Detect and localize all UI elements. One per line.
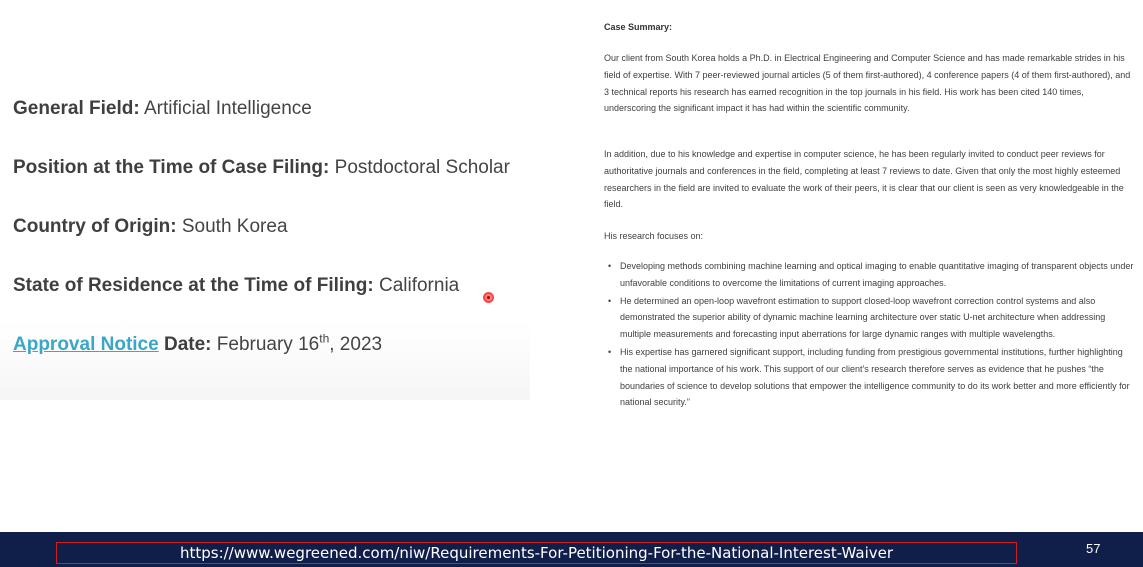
case-summary-heading: Case Summary:	[604, 22, 673, 32]
approval-date-value: February 16th, 2023	[216, 331, 383, 355]
summary-paragraph-1: Our client from South Korea holds a Ph.D…	[604, 53, 1131, 114]
country-row: Country of Origin: South Korea	[13, 216, 288, 238]
position-value: Postdoctoral Scholar	[334, 157, 510, 178]
case-details-panel: General Field: Artificial Intelligence P…	[0, 0, 530, 400]
research-focus-list: Developing methods combining machine lea…	[604, 258, 1134, 412]
approval-row: Approval Notice Date: February 16th, 202…	[13, 331, 383, 356]
page-number: 57	[1086, 541, 1101, 556]
general-field-row: General Field: Artificial Intelligence	[13, 98, 312, 120]
source-url[interactable]: https://www.wegreened.com/niw/Requiremen…	[56, 542, 1017, 564]
position-label: Position at the Time of Case Filing:	[13, 157, 330, 178]
list-item: His expertise has garnered significant s…	[604, 344, 1134, 411]
country-value: South Korea	[181, 216, 288, 237]
general-field-label: General Field:	[13, 98, 140, 119]
list-item: He determined an open-loop wavefront est…	[604, 293, 1134, 343]
pointer-indicator	[483, 292, 494, 303]
footer-bar: https://www.wegreened.com/niw/Requiremen…	[0, 532, 1143, 567]
state-value: California	[378, 275, 460, 296]
general-field-value: Artificial Intelligence	[143, 98, 312, 119]
summary-paragraph-3: His research focuses on:	[604, 231, 704, 241]
case-summary-panel: Case Summary: Our client from South Kore…	[590, 0, 1143, 440]
approval-date-label: Date:	[163, 334, 212, 355]
state-row: State of Residence at the Time of Filing…	[13, 275, 459, 297]
summary-paragraph-2: In addition, due to his knowledge and ex…	[604, 149, 1124, 210]
list-item: Developing methods combining machine lea…	[604, 258, 1134, 292]
state-label: State of Residence at the Time of Filing…	[13, 275, 374, 296]
country-label: Country of Origin:	[13, 216, 177, 237]
position-row: Position at the Time of Case Filing: Pos…	[13, 157, 510, 179]
approval-notice-link[interactable]: Approval Notice	[13, 334, 159, 355]
